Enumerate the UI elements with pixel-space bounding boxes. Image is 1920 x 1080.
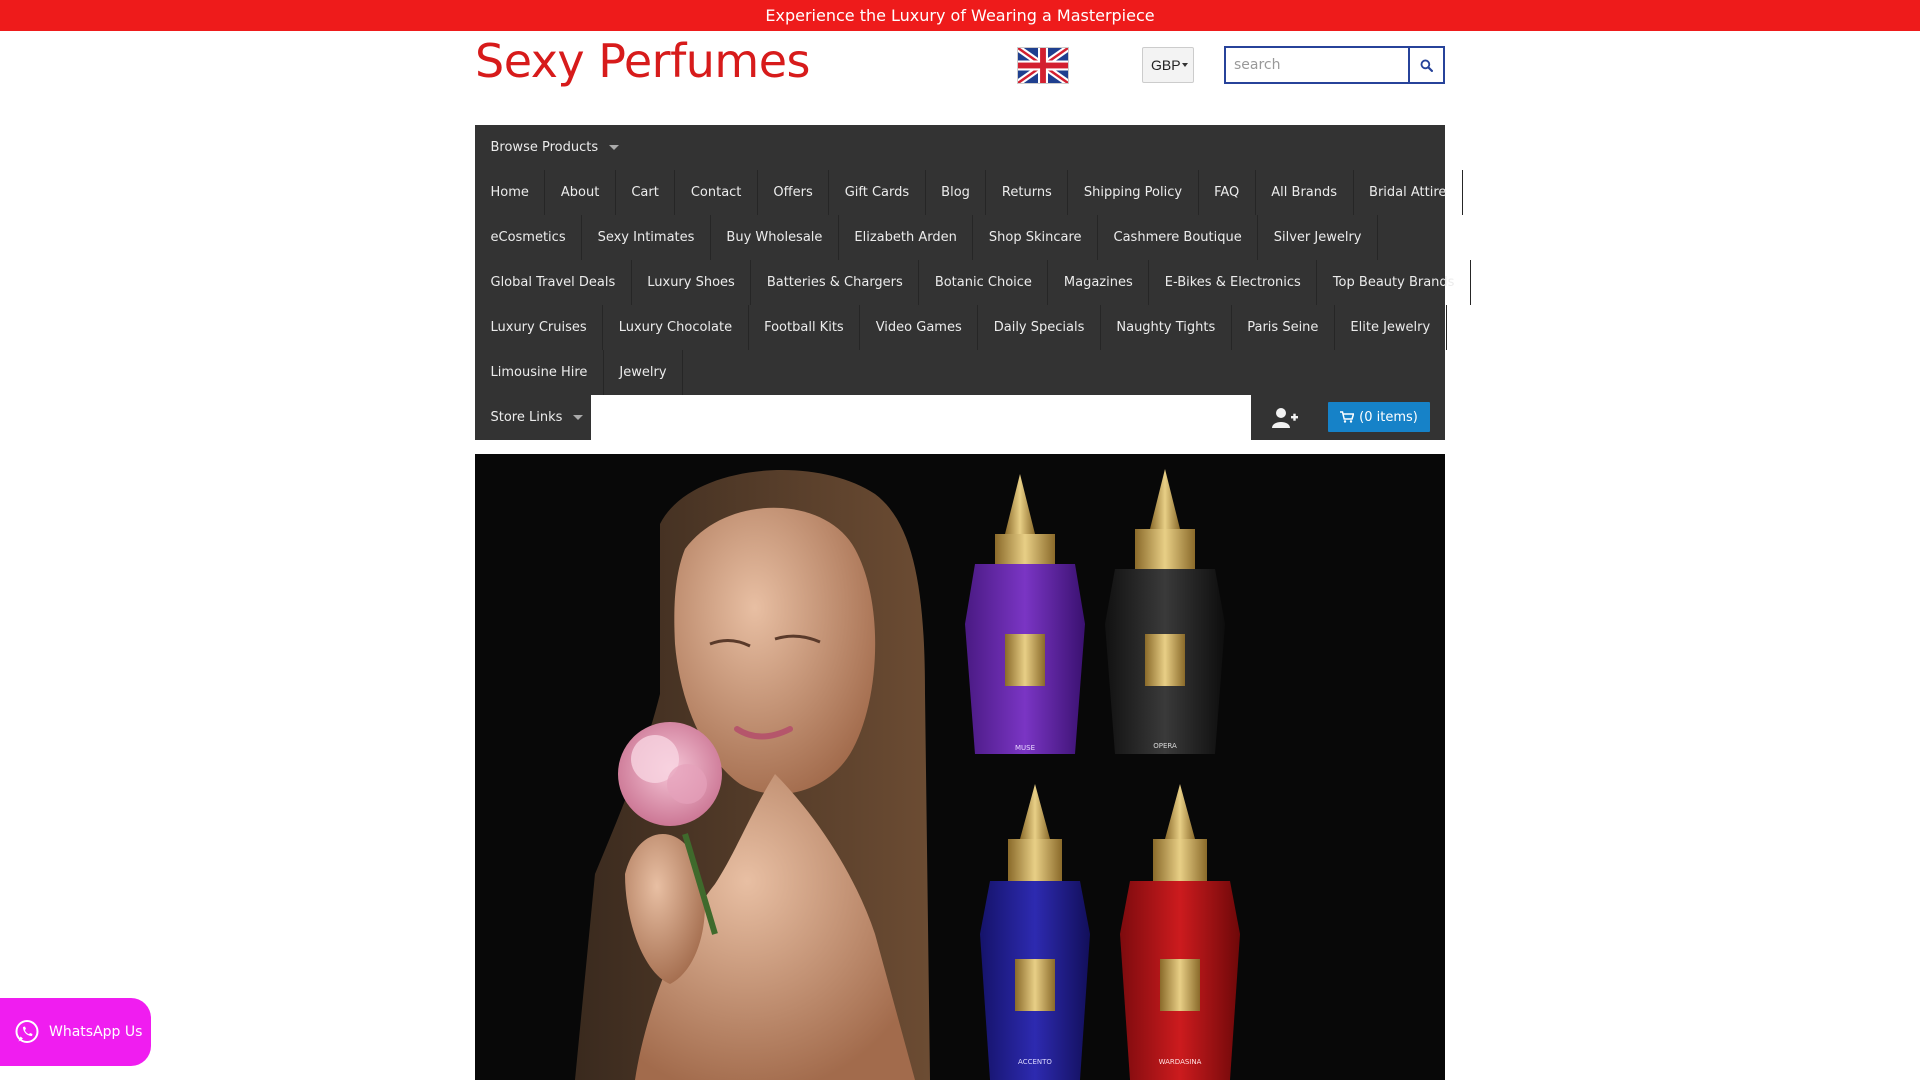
store-links-label: Store Links [490, 410, 563, 425]
nav-link-global-travel-deals[interactable]: Global Travel Deals [475, 260, 632, 305]
browse-products-label: Browse Products [490, 140, 599, 155]
hero-image: MUSE OPERA ACCENTO WARDASINA [475, 454, 1445, 1080]
nav-link-naughty-tights[interactable]: Naughty Tights [1101, 305, 1232, 350]
nav-link-contact[interactable]: Contact [675, 170, 758, 215]
cart-count: (0 items) [1359, 409, 1418, 425]
nav-link-silver-jewelry[interactable]: Silver Jewelry [1258, 215, 1378, 260]
nav-row: Limousine Hire Jewelry [475, 350, 684, 395]
nav-link-daily-specials[interactable]: Daily Specials [978, 305, 1101, 350]
nav-link-batteries-chargers[interactable]: Batteries & Chargers [751, 260, 920, 305]
promo-text: Experience the Luxury of Wearing a Maste… [765, 6, 1155, 25]
nav-row: eCosmetics Sexy Intimates Buy Wholesale Eli… [475, 215, 1378, 260]
nav-link-faq[interactable]: FAQ [1199, 170, 1256, 215]
browse-products-dropdown[interactable]: Browse Products [475, 125, 635, 170]
nav-row: Home About Cart Contact Offers Gift Cards Blog… [475, 170, 1463, 215]
store-links-dropdown[interactable]: Store Links [475, 395, 599, 440]
nav-link-elite-jewelry[interactable]: Elite Jewelry [1335, 305, 1447, 350]
site-logo[interactable]: Sexy Perfumes [475, 34, 811, 88]
nav-link-shop-skincare[interactable]: Shop Skincare [973, 215, 1099, 260]
nav-link-jewelry[interactable]: Jewelry [604, 350, 684, 395]
bottle-label-opera: OPERA [1153, 742, 1177, 750]
nav-link-shipping-policy[interactable]: Shipping Policy [1068, 170, 1199, 215]
nav-blank-area [591, 395, 1251, 440]
nav-store-row: Store Links [475, 395, 599, 440]
promo-bar: Experience the Luxury of Wearing a Maste… [0, 0, 1920, 31]
nav-link-magazines[interactable]: Magazines [1048, 260, 1150, 305]
bottle-label-wardasina: WARDASINA [1159, 1058, 1202, 1066]
nav-link-buy-wholesale[interactable]: Buy Wholesale [711, 215, 839, 260]
nav-link-luxury-cruises[interactable]: Luxury Cruises [475, 305, 604, 350]
whatsapp-button[interactable]: WhatsApp Us [0, 998, 151, 1066]
hero-banner[interactable]: MUSE OPERA ACCENTO WARDASINA [475, 454, 1445, 1080]
main-navigation: Browse Products Home About Cart Contact Offe… [475, 125, 1471, 440]
nav-link-home[interactable]: Home [475, 170, 546, 215]
nav-link-football-kits[interactable]: Football Kits [749, 305, 861, 350]
bottle-label-muse: MUSE [1015, 744, 1035, 752]
nav-link-luxury-shoes[interactable]: Luxury Shoes [632, 260, 752, 305]
nav-link-offers[interactable]: Offers [758, 170, 830, 215]
nav-link-cart[interactable]: Cart [616, 170, 676, 215]
nav-link-limousine-hire[interactable]: Limousine Hire [475, 350, 604, 395]
search-button[interactable] [1408, 46, 1445, 84]
nav-link-video-games[interactable]: Video Games [860, 305, 979, 350]
nav-row: Global Travel Deals Luxury Shoes Batteries… [475, 260, 1471, 305]
uk-flag-icon[interactable] [1016, 45, 1070, 86]
nav-browse-row: Browse Products [475, 125, 635, 170]
nav-link-e-bikes-electronics[interactable]: E-Bikes & Electronics [1149, 260, 1318, 305]
currency-select[interactable]: GBP [1142, 47, 1194, 83]
bottle-label-accento: ACCENTO [1018, 1058, 1052, 1066]
nav-link-all-brands[interactable]: All Brands [1256, 170, 1354, 215]
nav-link-sexy-intimates[interactable]: Sexy Intimates [582, 215, 711, 260]
chevron-down-icon [609, 145, 620, 150]
nav-link-cashmere-boutique[interactable]: Cashmere Boutique [1098, 215, 1259, 260]
whatsapp-label: WhatsApp Us [49, 1024, 143, 1040]
nav-link-botanic-choice[interactable]: Botanic Choice [919, 260, 1049, 305]
search-input[interactable] [1224, 46, 1408, 84]
nav-link-gift-cards[interactable]: Gift Cards [829, 170, 926, 215]
nav-link-top-beauty-brands[interactable]: Top Beauty Brands [1317, 260, 1471, 305]
nav-row: Luxury Cruises Luxury Chocolate Football K… [475, 305, 1447, 350]
search-form [1224, 46, 1445, 84]
nav-link-bridal-attire[interactable]: Bridal Attire [1354, 170, 1463, 215]
currency-value: GBP [1151, 57, 1181, 73]
whatsapp-icon [15, 1020, 39, 1043]
search-icon [1420, 59, 1433, 72]
chevron-down-icon [573, 415, 584, 420]
nav-link-elizabeth-arden[interactable]: Elizabeth Arden [839, 215, 974, 260]
nav-link-blog[interactable]: Blog [926, 170, 987, 215]
nav-link-paris-seine[interactable]: Paris Seine [1232, 305, 1335, 350]
nav-link-ecosmetics[interactable]: eCosmetics [475, 215, 583, 260]
nav-link-luxury-chocolate[interactable]: Luxury Chocolate [603, 305, 749, 350]
user-plus-icon [1272, 408, 1298, 428]
nav-link-returns[interactable]: Returns [986, 170, 1069, 215]
cart-icon [1340, 411, 1355, 423]
cart-button[interactable]: (0 items) [1328, 402, 1430, 432]
nav-link-about[interactable]: About [545, 170, 616, 215]
register-button[interactable] [1267, 405, 1303, 431]
chevron-down-icon [1182, 63, 1188, 67]
